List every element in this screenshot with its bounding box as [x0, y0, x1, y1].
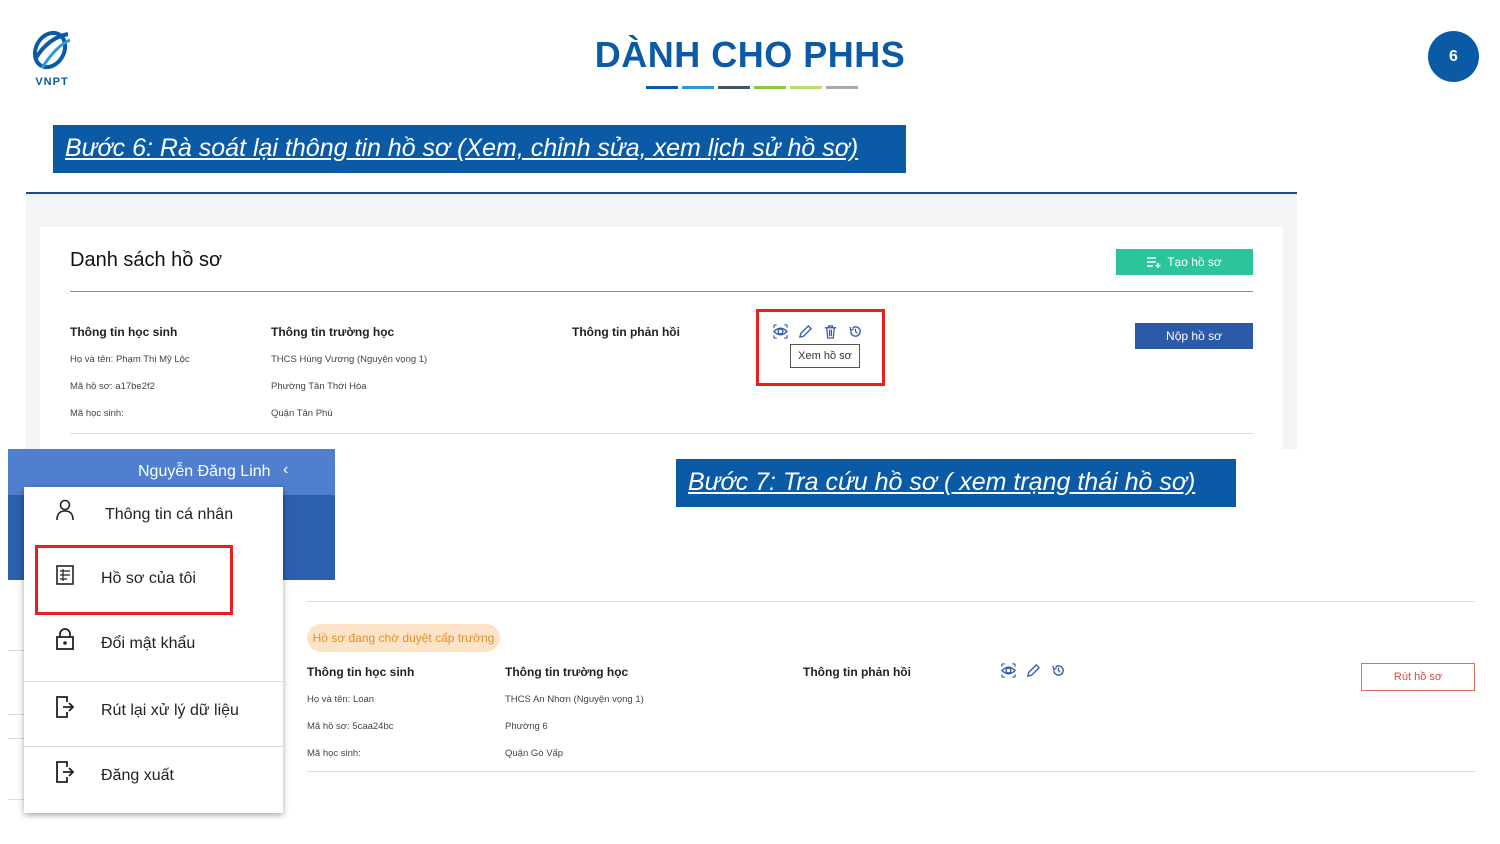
- user-dropdown-menu: Thông tin cá nhân Hồ sơ của tôi Đổi mật …: [24, 487, 283, 813]
- menu-item-change-password[interactable]: Đổi mật khẩu: [24, 612, 283, 677]
- school-info-header: Thông tin trường học: [505, 665, 629, 679]
- menu-item-withdraw-data[interactable]: Rút lại xử lý dữ liệu: [24, 682, 283, 747]
- view-profile-tooltip: Xem hồ sơ: [790, 344, 860, 368]
- menu-item-personal-info[interactable]: Thông tin cá nhân: [24, 487, 283, 552]
- divider: [70, 291, 1253, 292]
- list-divider: [307, 601, 1475, 602]
- eye-icon[interactable]: [773, 324, 788, 339]
- create-profile-button[interactable]: Tạo hồ sơ: [1116, 249, 1253, 275]
- collapse-chevron-icon[interactable]: ‹: [283, 461, 288, 479]
- underline-seg-6: [826, 86, 858, 89]
- logout-icon: [55, 761, 75, 783]
- trash-icon[interactable]: [823, 324, 838, 339]
- student-name: Họ và tên: Loan: [307, 694, 375, 705]
- profile-list-screenshot: Danh sách hồ sơ Tạo hồ sơ Thông tin học …: [26, 192, 1297, 451]
- underline-seg-2: [682, 86, 714, 89]
- underline-seg-1: [646, 86, 678, 89]
- submit-profile-button[interactable]: Nộp hồ sơ: [1135, 323, 1253, 349]
- underline-seg-4: [754, 86, 786, 89]
- menu-item-label: Đổi mật khẩu: [101, 635, 196, 652]
- menu-item-label: Rút lại xử lý dữ liệu: [101, 702, 239, 719]
- user-icon: [55, 499, 75, 521]
- step-6-caption: Bước 6: Rà soát lại thông tin hồ sơ (Xem…: [53, 125, 906, 173]
- slide-title: DÀNH CHO PHHS: [594, 34, 906, 75]
- page-number: 6: [1428, 31, 1479, 82]
- student-code: Mã học sinh:: [307, 748, 361, 759]
- student-info-header: Thông tin học sinh: [307, 665, 415, 679]
- create-profile-label: Tạo hồ sơ: [1167, 255, 1222, 269]
- eye-icon[interactable]: [1001, 663, 1016, 678]
- ward-name: Phường 6: [505, 721, 548, 732]
- menu-item-label: Thông tin cá nhân: [105, 506, 234, 523]
- history-icon[interactable]: [848, 324, 863, 339]
- student-name: Họ và tên: Phạm Thị Mỹ Lộc: [70, 354, 190, 365]
- user-name[interactable]: Nguyễn Đăng Linh: [138, 463, 271, 481]
- menu-divider: [24, 746, 283, 747]
- pencil-icon[interactable]: [798, 324, 813, 339]
- title-underline: [646, 86, 858, 89]
- underline-seg-3: [718, 86, 750, 89]
- profile-actions: [773, 324, 863, 339]
- logo-text: VNPT: [35, 76, 69, 88]
- profile-actions: [1001, 663, 1066, 678]
- profile-list-card: Danh sách hồ sơ Tạo hồ sơ Thông tin học …: [40, 227, 1283, 451]
- menu-item-logout[interactable]: Đăng xuất: [24, 748, 283, 813]
- feedback-info-header: Thông tin phản hồi: [572, 325, 680, 339]
- school-info-header: Thông tin trường học: [271, 325, 395, 339]
- student-info-header: Thông tin học sinh: [70, 325, 178, 339]
- lock-icon: [55, 628, 75, 650]
- row-divider: [70, 433, 1253, 434]
- school-name: THCS Hùng Vương (Nguyện vọng 1): [271, 354, 428, 365]
- add-list-icon: [1147, 257, 1161, 268]
- list-title: Danh sách hồ sơ: [70, 249, 223, 271]
- district-name: Quận Gò Vấp: [505, 748, 564, 759]
- school-name: THCS An Nhơn (Nguyện vọng 1): [505, 694, 644, 705]
- ward-name: Phường Tân Thới Hòa: [271, 381, 367, 392]
- underline-seg-5: [790, 86, 822, 89]
- exit-icon: [55, 696, 75, 718]
- profile-code: Mã hồ sơ: 5caa24bc: [307, 721, 394, 732]
- row-divider: [307, 771, 1475, 772]
- student-code: Mã học sinh:: [70, 408, 124, 419]
- history-icon[interactable]: [1051, 663, 1066, 678]
- status-badge: Hồ sơ đang chờ duyệt cấp trường: [307, 624, 500, 652]
- my-profiles-highlight: [35, 545, 233, 615]
- feedback-info-header: Thông tin phản hồi: [803, 665, 911, 679]
- withdraw-profile-button[interactable]: Rút hồ sơ: [1361, 663, 1475, 691]
- district-name: Quận Tân Phú: [271, 408, 333, 419]
- profile-code: Mã hồ sơ: a17be2f2: [70, 381, 155, 392]
- menu-item-label: Đăng xuất: [101, 767, 174, 784]
- pencil-icon[interactable]: [1026, 663, 1041, 678]
- step-7-caption: Bước 7: Tra cứu hồ sơ ( xem trạng thái h…: [676, 459, 1236, 507]
